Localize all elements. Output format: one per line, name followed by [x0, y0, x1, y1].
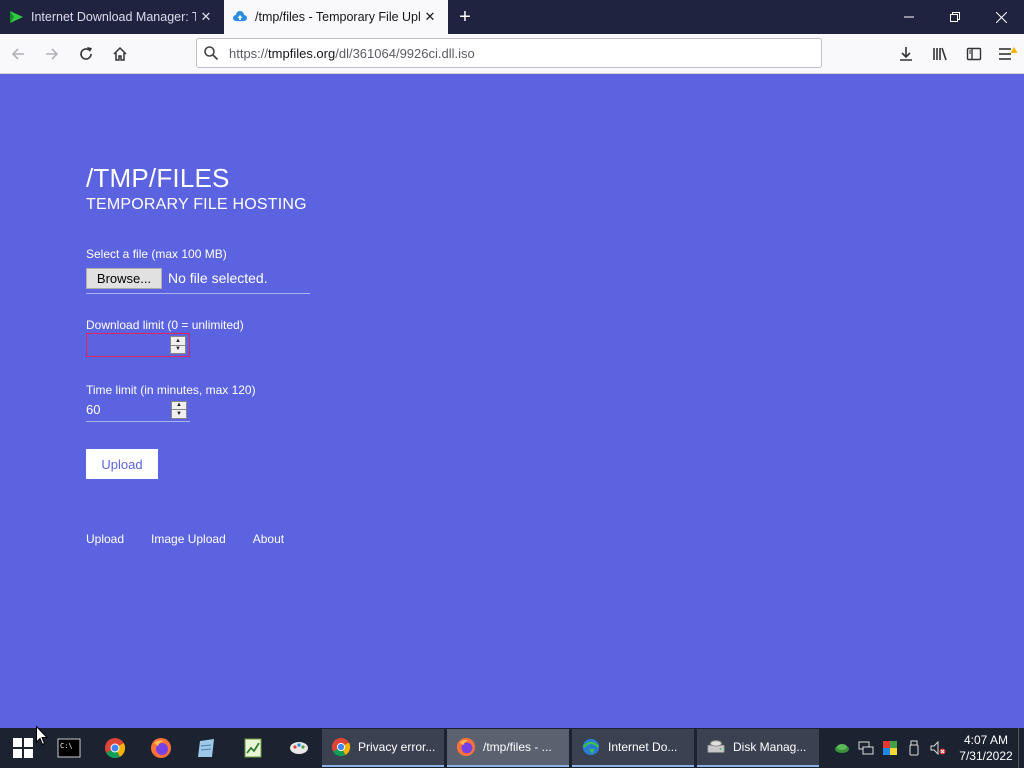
site-subtitle: TEMPORARY FILE HOSTING — [86, 196, 307, 213]
tab-idm[interactable]: Internet Download Manager: Th ✕ — [0, 0, 224, 34]
browse-button[interactable]: Browse... — [86, 268, 162, 289]
tab-tmpfiles[interactable]: /tmp/files - Temporary File Upl ✕ — [224, 0, 448, 34]
footer-links: Upload Image Upload About — [86, 532, 311, 546]
forward-arrow-icon[interactable] — [36, 38, 68, 70]
menu-icon[interactable] — [992, 38, 1024, 70]
taskbar-app-firefox[interactable]: /tmp/files - ... — [447, 729, 569, 767]
navigation-bar: https://tmpfiles.org/dl/361064/9926ci.dl… — [0, 34, 1024, 74]
footer-link-upload[interactable]: Upload — [86, 532, 124, 546]
library-icon[interactable] — [924, 38, 956, 70]
clock-time: 4:07 AM — [963, 733, 1009, 747]
minimize-icon[interactable] — [886, 0, 932, 34]
taskbar-app-label: Privacy error... — [358, 740, 436, 754]
show-desktop-button[interactable] — [1018, 728, 1024, 768]
taskbar-app-label: /tmp/files - ... — [483, 740, 552, 754]
close-window-icon[interactable] — [978, 0, 1024, 34]
download-limit-label: Download limit (0 = unlimited) — [86, 318, 244, 332]
number-spinner[interactable]: ▲ ▼ — [171, 400, 187, 419]
terminal-icon[interactable]: C:\ — [46, 728, 92, 768]
spin-up-icon[interactable]: ▲ — [172, 402, 186, 410]
notepad-icon[interactable] — [184, 728, 230, 768]
download-limit-input[interactable]: ▲ ▼ — [86, 333, 190, 357]
spin-up-icon[interactable]: ▲ — [171, 337, 185, 345]
file-select-label: Select a file (max 100 MB) — [86, 247, 227, 261]
sidebar-icon[interactable] — [958, 38, 990, 70]
mouse-cursor-icon — [36, 725, 49, 751]
usb-drive-icon[interactable] — [902, 728, 926, 768]
spreadsheet-icon[interactable] — [230, 728, 276, 768]
volume-muted-icon[interactable] — [926, 728, 950, 768]
file-status-text: No file selected. — [168, 270, 268, 286]
taskbar-app-label: Disk Manag... — [733, 740, 807, 754]
page-content: /TMP/FILES TEMPORARY FILE HOSTING Select… — [0, 74, 1024, 728]
site-title: /TMP/FILES — [86, 163, 230, 193]
tab-strip: Internet Download Manager: Th ✕ /tmp/fil… — [0, 0, 1024, 34]
address-bar[interactable]: https://tmpfiles.org/dl/361064/9926ci.dl… — [196, 38, 822, 68]
back-arrow-icon[interactable] — [2, 38, 34, 70]
footer-link-image-upload[interactable]: Image Upload — [151, 532, 226, 546]
file-input[interactable]: Browse... No file selected. — [86, 268, 310, 294]
new-tab-plus-icon[interactable]: + — [448, 0, 482, 34]
chrome-icon[interactable] — [92, 728, 138, 768]
time-limit-label: Time limit (in minutes, max 120) — [86, 383, 256, 397]
upload-button[interactable]: Upload — [86, 449, 158, 479]
firefox-icon — [455, 736, 477, 758]
tab-title: Internet Download Manager: Th — [31, 10, 196, 24]
toolbar-right — [888, 38, 1024, 70]
taskbar-app-label: Internet Do... — [608, 740, 678, 754]
url-host: tmpfiles.org — [268, 45, 336, 61]
close-tab-icon[interactable]: ✕ — [196, 7, 216, 27]
clock-date: 7/31/2022 — [959, 749, 1013, 763]
search-icon — [203, 45, 225, 61]
home-icon[interactable] — [104, 38, 136, 70]
time-limit-value: 60 — [86, 402, 101, 417]
url-prefix: https:// — [229, 45, 269, 61]
system-tray: 4:07 AM 7/31/2022 — [830, 728, 1024, 768]
disk-management-icon — [705, 736, 727, 758]
network-monitor-icon[interactable] — [854, 728, 878, 768]
paint-icon[interactable] — [276, 728, 322, 768]
number-spinner[interactable]: ▲ ▼ — [170, 336, 186, 354]
idm-icon — [580, 736, 602, 758]
close-tab-icon[interactable]: ✕ — [420, 7, 440, 27]
footer-link-about[interactable]: About — [253, 532, 284, 546]
spin-down-icon[interactable]: ▼ — [171, 344, 185, 354]
url-text: https://tmpfiles.org/dl/361064/9926ci.dl… — [229, 46, 475, 61]
reload-icon[interactable] — [70, 38, 102, 70]
svg-text:C:\: C:\ — [60, 742, 73, 750]
taskbar-clock[interactable]: 4:07 AM 7/31/2022 — [954, 732, 1018, 764]
color-display-icon[interactable] — [878, 728, 902, 768]
window-controls — [886, 0, 1024, 34]
taskbar: C:\ Privacy error... /tmp/files - ... In… — [0, 728, 1024, 768]
downloads-icon[interactable] — [890, 38, 922, 70]
firefox-icon[interactable] — [138, 728, 184, 768]
chrome-icon — [330, 736, 352, 758]
taskbar-app-disk-management[interactable]: Disk Manag... — [697, 729, 819, 767]
tab-title: /tmp/files - Temporary File Upl — [255, 10, 420, 24]
url-path: /dl/361064/9926ci.dll.iso — [335, 45, 475, 61]
taskbar-app-chrome[interactable]: Privacy error... — [322, 729, 444, 767]
cloud-upload-icon — [232, 9, 248, 25]
network-globe-icon[interactable] — [830, 728, 854, 768]
idm-play-icon — [8, 9, 24, 25]
spin-down-icon[interactable]: ▼ — [172, 409, 186, 418]
restore-icon[interactable] — [932, 0, 978, 34]
taskbar-app-idm[interactable]: Internet Do... — [572, 729, 694, 767]
time-limit-input[interactable]: 60 ▲ ▼ — [86, 398, 190, 422]
